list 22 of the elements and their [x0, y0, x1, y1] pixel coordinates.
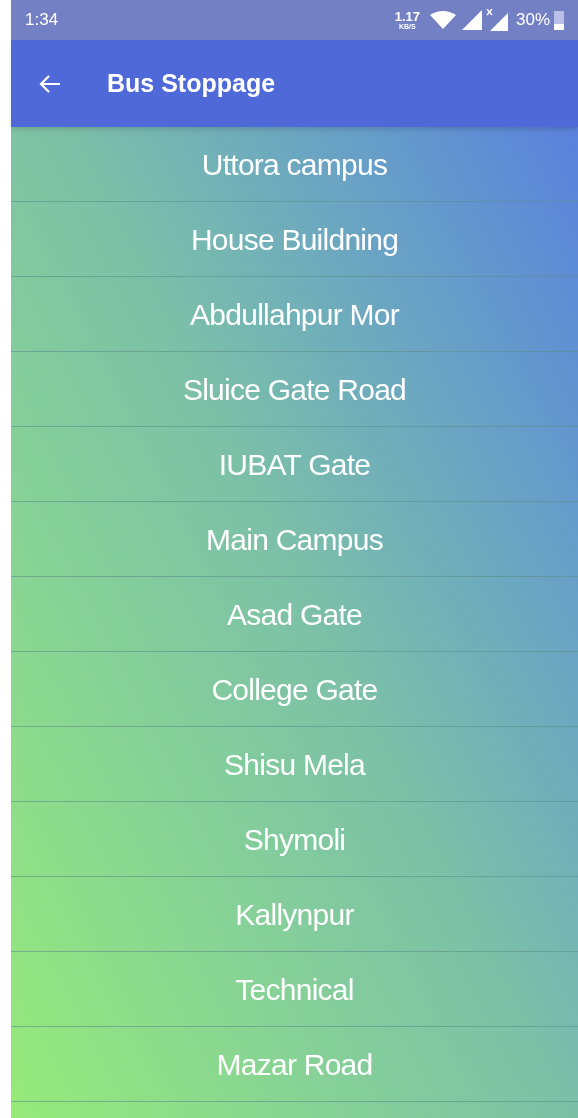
stop-item[interactable]: Mazar Road — [11, 1027, 578, 1102]
stop-item[interactable]: Asad Gate — [11, 577, 578, 652]
stop-item[interactable]: Technical — [11, 952, 578, 1027]
back-arrow-icon — [39, 73, 61, 94]
stop-item[interactable]: Sluice Gate Road — [11, 352, 578, 427]
stop-item[interactable]: Uttora campus — [11, 127, 578, 202]
stop-item[interactable]: Shymoli — [11, 802, 578, 877]
battery-icon — [554, 10, 564, 30]
signal-icon — [461, 10, 482, 30]
status-time: 1:34 — [25, 9, 59, 32]
stop-item[interactable]: Shisu Mela — [11, 727, 578, 802]
screen-title: Bus Stoppage — [107, 67, 276, 99]
wifi-icon — [429, 11, 456, 29]
stop-item[interactable]: College Gate — [11, 652, 578, 727]
stop-item[interactable]: IUBAT Gate — [11, 427, 578, 502]
signal-icon — [485, 9, 508, 31]
stop-item[interactable]: Abdullahpur Mor — [11, 277, 578, 352]
battery-percent: 30% — [515, 9, 550, 32]
stop-item[interactable]: Kallynpur — [11, 877, 578, 952]
speed-value: 1.17 — [394, 10, 420, 23]
stop-item[interactable]: Main Campus — [11, 502, 578, 577]
stop-item[interactable]: House Buildning — [11, 202, 578, 277]
